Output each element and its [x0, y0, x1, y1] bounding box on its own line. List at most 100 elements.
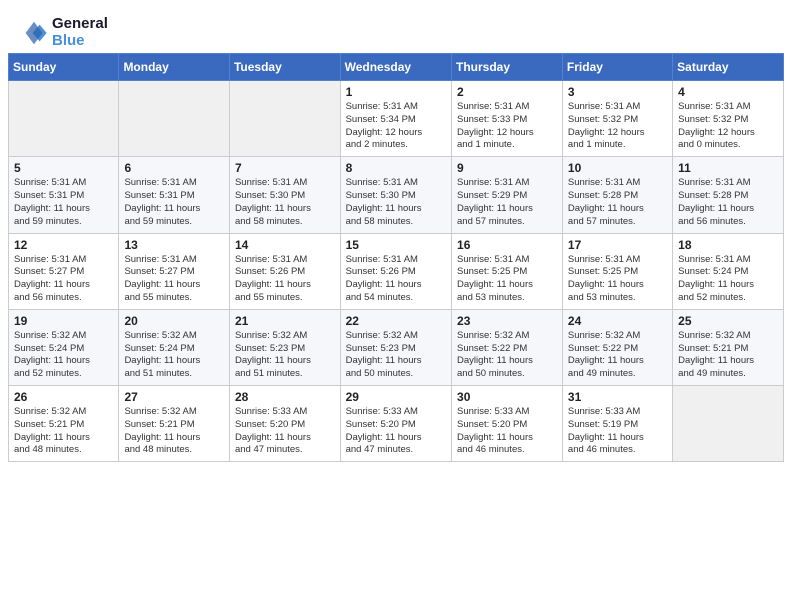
calendar-body: 1Sunrise: 5:31 AM Sunset: 5:34 PM Daylig… — [9, 81, 784, 462]
day-cell: 1Sunrise: 5:31 AM Sunset: 5:34 PM Daylig… — [340, 81, 451, 157]
day-info: Sunrise: 5:33 AM Sunset: 5:20 PM Dayligh… — [235, 406, 335, 457]
day-info: Sunrise: 5:31 AM Sunset: 5:32 PM Dayligh… — [568, 101, 667, 152]
day-cell — [229, 81, 340, 157]
day-cell: 22 Sunrise: 5:32 AM Sunset: 5:23 PM Dayli… — [340, 309, 451, 385]
day-cell — [9, 81, 119, 157]
day-cell: 4 Sunrise: 5:31 AM Sunset: 5:32 PM Daylig… — [673, 81, 784, 157]
weekday-header-monday: Monday — [119, 54, 230, 81]
week-row-3: 12 Sunrise: 5:31 AM Sunset: 5:27 PM Dayli… — [9, 233, 784, 309]
day-number: 20 — [124, 314, 224, 328]
day-number: 15 — [346, 238, 446, 252]
day-cell — [673, 386, 784, 462]
day-number: 30 — [457, 390, 557, 404]
day-number: 28 — [235, 390, 335, 404]
day-number: 13 — [124, 238, 224, 252]
day-cell: 26 Sunrise: 5:32 AM Sunset: 5:21 PM Dayli… — [9, 386, 119, 462]
day-number: 2 — [457, 85, 557, 99]
day-info: Sunrise: 5:32 AM Sunset: 5:23 PM Dayligh… — [346, 330, 446, 381]
day-number: 11 — [678, 161, 778, 175]
day-number: 3 — [568, 85, 667, 99]
day-number: 4 — [678, 85, 778, 99]
day-info: Sunrise: 5:31 AM Sunset: 5:25 PM Dayligh… — [568, 254, 667, 305]
day-info: Sunrise: 5:32 AM Sunset: 5:24 PM Dayligh… — [14, 330, 113, 381]
day-info: Sunrise: 5:32 AM Sunset: 5:22 PM Dayligh… — [457, 330, 557, 381]
day-info: Sunrise: 5:31 AM Sunset: 5:26 PM Dayligh… — [346, 254, 446, 305]
day-cell: 29 Sunrise: 5:33 AM Sunset: 5:20 PM Dayli… — [340, 386, 451, 462]
day-cell: 2 Sunrise: 5:31 AM Sunset: 5:33 PM Daylig… — [452, 81, 563, 157]
day-cell: 25Sunrise: 5:32 AM Sunset: 5:21 PM Dayli… — [673, 309, 784, 385]
day-info: Sunrise: 5:33 AM Sunset: 5:20 PM Dayligh… — [346, 406, 446, 457]
day-info: Sunrise: 5:31 AM Sunset: 5:28 PM Dayligh… — [568, 177, 667, 228]
day-number: 17 — [568, 238, 667, 252]
day-number: 1 — [346, 85, 446, 99]
day-info: Sunrise: 5:32 AM Sunset: 5:21 PM Dayligh… — [14, 406, 113, 457]
day-cell — [119, 81, 230, 157]
day-info: Sunrise: 5:32 AM Sunset: 5:22 PM Dayligh… — [568, 330, 667, 381]
day-cell: 11 Sunrise: 5:31 AM Sunset: 5:28 PM Dayli… — [673, 157, 784, 233]
day-cell: 31 Sunrise: 5:33 AM Sunset: 5:19 PM Dayli… — [562, 386, 672, 462]
day-number: 5 — [14, 161, 113, 175]
week-row-4: 19Sunrise: 5:32 AM Sunset: 5:24 PM Dayli… — [9, 309, 784, 385]
day-cell: 14Sunrise: 5:31 AM Sunset: 5:26 PM Dayli… — [229, 233, 340, 309]
day-info: Sunrise: 5:32 AM Sunset: 5:21 PM Dayligh… — [124, 406, 224, 457]
day-cell: 24 Sunrise: 5:32 AM Sunset: 5:22 PM Dayli… — [562, 309, 672, 385]
day-cell: 13 Sunrise: 5:31 AM Sunset: 5:27 PM Dayli… — [119, 233, 230, 309]
day-info: Sunrise: 5:32 AM Sunset: 5:24 PM Dayligh… — [124, 330, 224, 381]
day-cell: 20 Sunrise: 5:32 AM Sunset: 5:24 PM Dayli… — [119, 309, 230, 385]
day-number: 8 — [346, 161, 446, 175]
calendar-table: SundayMondayTuesdayWednesdayThursdayFrid… — [8, 53, 784, 462]
calendar-container: SundayMondayTuesdayWednesdayThursdayFrid… — [0, 53, 792, 470]
day-info: Sunrise: 5:31 AM Sunset: 5:30 PM Dayligh… — [346, 177, 446, 228]
day-cell: 9 Sunrise: 5:31 AM Sunset: 5:29 PM Daylig… — [452, 157, 563, 233]
day-number: 16 — [457, 238, 557, 252]
day-number: 25 — [678, 314, 778, 328]
day-number: 14 — [235, 238, 335, 252]
day-cell: 16Sunrise: 5:31 AM Sunset: 5:25 PM Dayli… — [452, 233, 563, 309]
day-cell: 12 Sunrise: 5:31 AM Sunset: 5:27 PM Dayli… — [9, 233, 119, 309]
weekday-header-friday: Friday — [562, 54, 672, 81]
day-info: Sunrise: 5:31 AM Sunset: 5:30 PM Dayligh… — [235, 177, 335, 228]
logo: General Blue — [20, 16, 108, 49]
day-number: 12 — [14, 238, 113, 252]
day-cell: 23Sunrise: 5:32 AM Sunset: 5:22 PM Dayli… — [452, 309, 563, 385]
day-info: Sunrise: 5:31 AM Sunset: 5:33 PM Dayligh… — [457, 101, 557, 152]
day-number: 22 — [346, 314, 446, 328]
day-number: 24 — [568, 314, 667, 328]
weekday-header-tuesday: Tuesday — [229, 54, 340, 81]
weekday-header-saturday: Saturday — [673, 54, 784, 81]
day-number: 26 — [14, 390, 113, 404]
page-header: General Blue — [0, 0, 792, 53]
day-number: 7 — [235, 161, 335, 175]
day-cell: 5Sunrise: 5:31 AM Sunset: 5:31 PM Daylig… — [9, 157, 119, 233]
day-cell: 17 Sunrise: 5:31 AM Sunset: 5:25 PM Dayli… — [562, 233, 672, 309]
day-cell: 27 Sunrise: 5:32 AM Sunset: 5:21 PM Dayli… — [119, 386, 230, 462]
day-info: Sunrise: 5:31 AM Sunset: 5:27 PM Dayligh… — [14, 254, 113, 305]
logo-text-line1: General — [52, 16, 108, 33]
day-number: 29 — [346, 390, 446, 404]
day-info: Sunrise: 5:31 AM Sunset: 5:27 PM Dayligh… — [124, 254, 224, 305]
day-info: Sunrise: 5:33 AM Sunset: 5:20 PM Dayligh… — [457, 406, 557, 457]
day-cell: 8 Sunrise: 5:31 AM Sunset: 5:30 PM Daylig… — [340, 157, 451, 233]
day-info: Sunrise: 5:31 AM Sunset: 5:32 PM Dayligh… — [678, 101, 778, 152]
logo-icon — [20, 19, 48, 47]
day-cell: 15 Sunrise: 5:31 AM Sunset: 5:26 PM Dayli… — [340, 233, 451, 309]
week-row-1: 1Sunrise: 5:31 AM Sunset: 5:34 PM Daylig… — [9, 81, 784, 157]
week-row-5: 26 Sunrise: 5:32 AM Sunset: 5:21 PM Dayli… — [9, 386, 784, 462]
day-info: Sunrise: 5:32 AM Sunset: 5:23 PM Dayligh… — [235, 330, 335, 381]
day-number: 6 — [124, 161, 224, 175]
day-info: Sunrise: 5:33 AM Sunset: 5:19 PM Dayligh… — [568, 406, 667, 457]
day-number: 9 — [457, 161, 557, 175]
day-cell: 7 Sunrise: 5:31 AM Sunset: 5:30 PM Daylig… — [229, 157, 340, 233]
day-cell: 6Sunrise: 5:31 AM Sunset: 5:31 PM Daylig… — [119, 157, 230, 233]
day-number: 31 — [568, 390, 667, 404]
weekday-header-wednesday: Wednesday — [340, 54, 451, 81]
weekday-header-thursday: Thursday — [452, 54, 563, 81]
day-info: Sunrise: 5:31 AM Sunset: 5:24 PM Dayligh… — [678, 254, 778, 305]
day-number: 18 — [678, 238, 778, 252]
day-cell: 30 Sunrise: 5:33 AM Sunset: 5:20 PM Dayli… — [452, 386, 563, 462]
week-row-2: 5Sunrise: 5:31 AM Sunset: 5:31 PM Daylig… — [9, 157, 784, 233]
day-number: 27 — [124, 390, 224, 404]
day-cell: 19Sunrise: 5:32 AM Sunset: 5:24 PM Dayli… — [9, 309, 119, 385]
day-info: Sunrise: 5:31 AM Sunset: 5:28 PM Dayligh… — [678, 177, 778, 228]
day-info: Sunrise: 5:31 AM Sunset: 5:29 PM Dayligh… — [457, 177, 557, 228]
